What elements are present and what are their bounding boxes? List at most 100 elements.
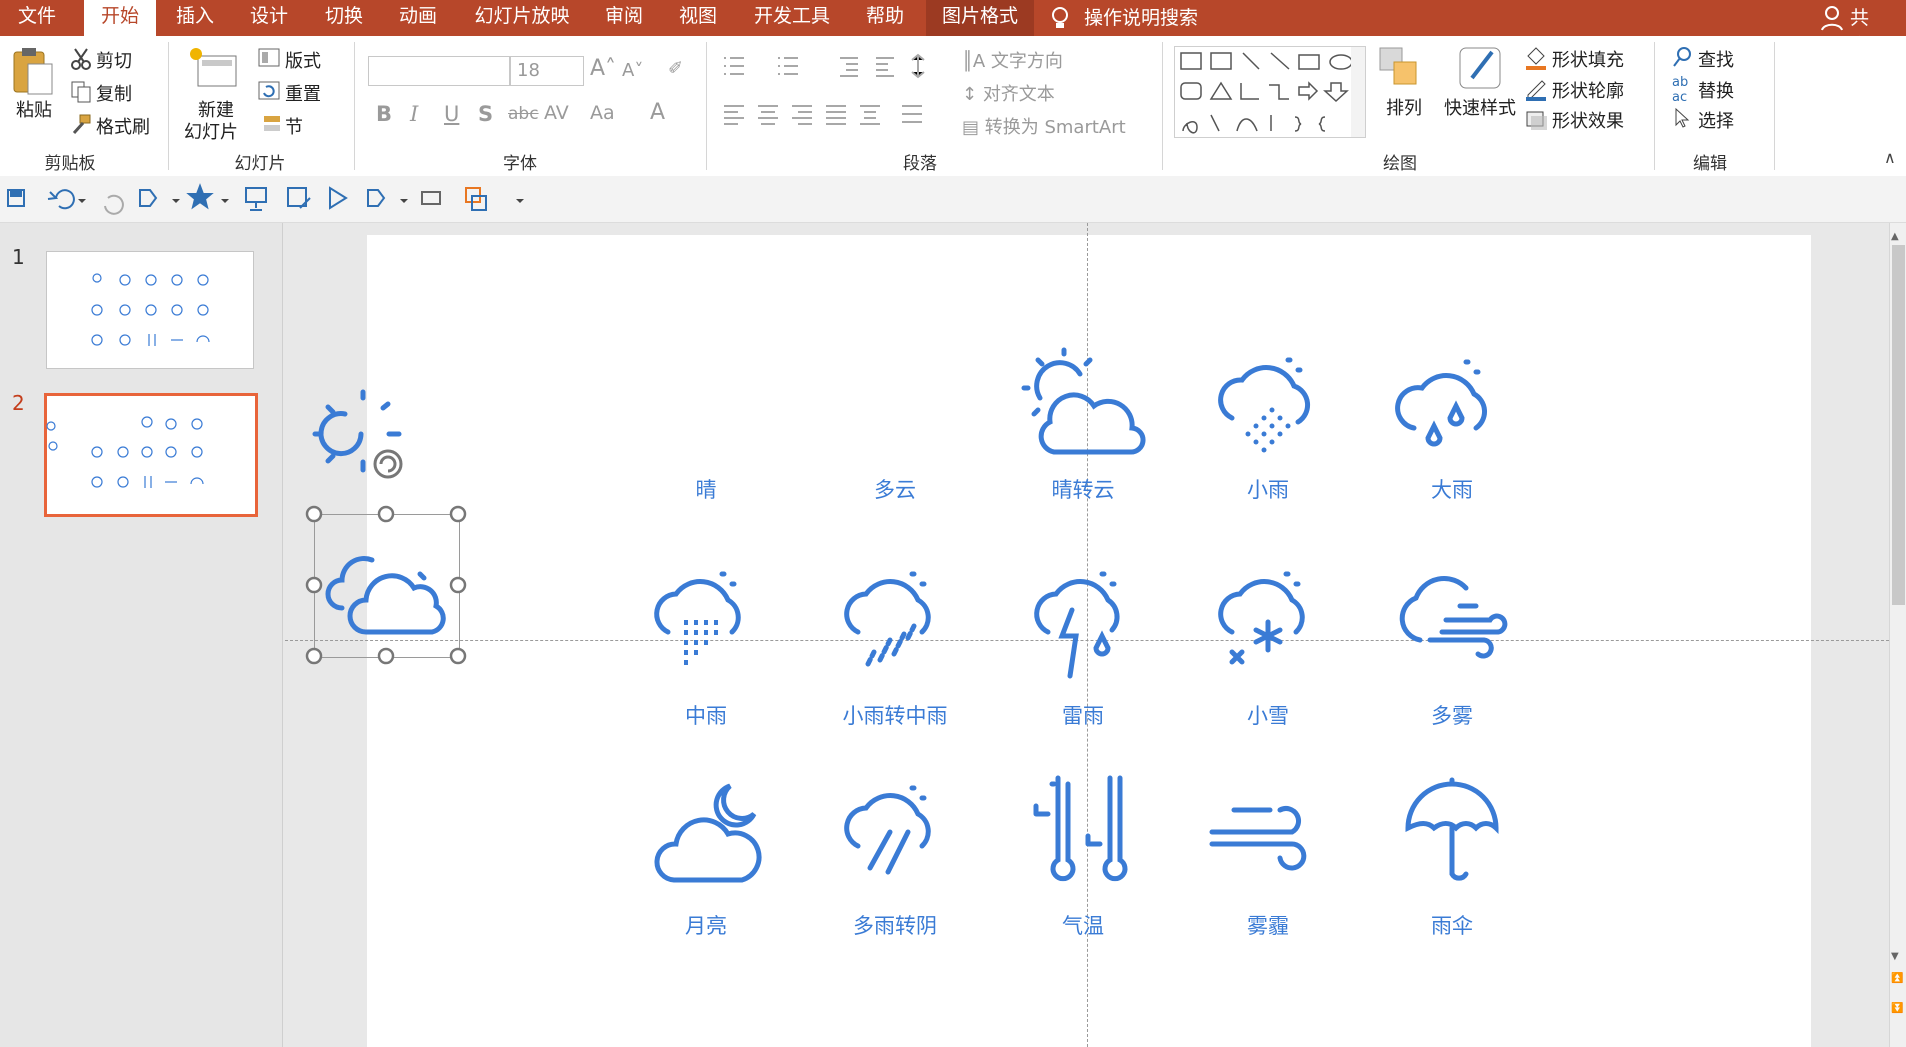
paintbrush-icon [72, 114, 91, 135]
align-text-button[interactable]: ↕ 对齐文本 [962, 80, 1055, 106]
share-button[interactable]: 共享 [1820, 4, 1869, 57]
paint-bucket-icon [1526, 47, 1546, 70]
find-button[interactable]: 查找 [1672, 46, 1734, 72]
slides-group-label: 幻灯片 [234, 154, 286, 174]
new-slide-button[interactable]: 新建 幻灯片 [184, 46, 254, 143]
list-buttons-icons[interactable] [720, 52, 940, 82]
section-label: 节 [285, 117, 303, 138]
tab-help[interactable]: 帮助 [853, 0, 917, 36]
rain-to-overcast-icon[interactable] [844, 782, 944, 892]
slide-thumbnail-1[interactable] [46, 251, 254, 369]
partly-cloudy-icon[interactable] [325, 540, 450, 640]
rotate-handle-icon[interactable] [371, 447, 405, 481]
heavy-rain-icon[interactable] [1395, 356, 1500, 466]
person-icon [1821, 6, 1843, 31]
tell-me-label: 操作说明搜索 [1084, 7, 1199, 29]
umbrella-icon[interactable] [1404, 777, 1500, 888]
slide-thumbnail-pane: 1 2 [0, 223, 283, 1047]
replace-icon: ab ac [1672, 75, 1689, 105]
light-to-moderate-rain-icon[interactable] [844, 568, 944, 678]
tab-slideshow[interactable]: 幻灯片放映 [462, 0, 582, 36]
group-divider [168, 42, 169, 170]
slide-thumbnail-2[interactable] [44, 393, 258, 517]
scroll-up-icon[interactable]: ▲ [1891, 231, 1899, 242]
group-divider [1774, 42, 1775, 170]
cut-label: 剪切 [96, 51, 132, 72]
previous-slide-icon[interactable]: ⏫ [1891, 973, 1903, 984]
reset-label: 重置 [285, 84, 321, 105]
shadow-button[interactable]: S [478, 102, 493, 126]
shapes-gallery[interactable] [1174, 46, 1366, 138]
tab-transitions[interactable]: 切换 [312, 0, 376, 36]
layout-button[interactable]: 版式 [258, 47, 321, 73]
font-name-combo[interactable] [368, 56, 510, 86]
copy-button[interactable]: 复制 [70, 80, 132, 106]
label-temperature: 气温 [1062, 914, 1104, 938]
scroll-down-icon[interactable]: ▼ [1891, 951, 1899, 962]
quick-styles-button[interactable]: 快速样式 [1440, 46, 1520, 136]
font-color-button[interactable]: A [650, 100, 665, 125]
qat-icons[interactable] [0, 176, 600, 222]
format-painter-button[interactable]: 格式刷 [70, 113, 150, 139]
scrollbar-thumb[interactable] [1892, 245, 1905, 605]
foggy-icon[interactable] [1390, 576, 1514, 666]
font-group-label: 字体 [503, 154, 537, 174]
clipboard-group-label: 剪贴板 [44, 154, 96, 174]
tab-design[interactable]: 设计 [237, 0, 301, 36]
light-snow-icon[interactable] [1218, 568, 1318, 678]
shape-effects-button[interactable]: 形状效果 [1524, 107, 1624, 133]
label-foggy: 多雾 [1431, 704, 1473, 728]
tab-view[interactable]: 视图 [666, 0, 730, 36]
label-umbrella: 雨伞 [1431, 914, 1473, 938]
search-icon [1673, 47, 1691, 67]
underline-button[interactable]: U [444, 102, 459, 126]
grow-font-button[interactable]: A˄ [590, 56, 616, 81]
tab-file[interactable]: 文件 [0, 0, 74, 36]
tab-home[interactable]: 开始 [84, 0, 156, 36]
align-buttons-icons[interactable] [720, 100, 940, 130]
arrange-button[interactable]: 排列 [1378, 46, 1438, 136]
change-case-button[interactable]: Aa [590, 102, 615, 124]
select-button[interactable]: 选择 [1672, 107, 1734, 133]
group-divider [706, 42, 707, 170]
tab-picture-format[interactable]: 图片格式 [926, 0, 1034, 36]
smartart-label: 转换为 SmartArt [984, 117, 1126, 138]
cut-button[interactable]: 剪切 [70, 47, 132, 73]
reset-button[interactable]: 重置 [258, 80, 321, 106]
label-sunny-to-cloudy: 晴转云 [1051, 478, 1115, 502]
collapse-ribbon-icon[interactable]: ∧ [1884, 148, 1896, 167]
vertical-scrollbar[interactable]: ▲ ▼ ⏫ ⏬ [1889, 223, 1906, 1047]
quick-styles-icon [1459, 47, 1501, 89]
tab-developer[interactable]: 开发工具 [740, 0, 844, 36]
clear-format-icon[interactable]: ✐ [668, 58, 683, 79]
strikethrough-button[interactable]: abc [508, 104, 539, 124]
text-direction-button[interactable]: ║A 文字方向 [962, 47, 1063, 73]
shape-outline-button[interactable]: 形状轮廓 [1524, 77, 1624, 103]
light-rain-icon[interactable] [1218, 356, 1318, 466]
moon-icon[interactable] [650, 782, 766, 886]
bold-button[interactable]: B [376, 102, 392, 126]
tab-animations[interactable]: 动画 [386, 0, 450, 36]
shape-fill-label: 形状填充 [1552, 50, 1624, 71]
char-spacing-button[interactable]: AV [544, 102, 569, 124]
paste-button[interactable]: 粘贴 [10, 46, 60, 126]
section-button[interactable]: 节 [258, 113, 303, 139]
align-text-label: 对齐文本 [982, 84, 1055, 105]
italic-button[interactable]: I [410, 102, 418, 126]
tell-me-search[interactable]: 操作说明搜索 [1050, 4, 1198, 32]
next-slide-icon[interactable]: ⏬ [1891, 1003, 1903, 1014]
tab-review[interactable]: 审阅 [592, 0, 656, 36]
sunny-to-cloudy-icon[interactable] [1021, 347, 1146, 458]
shape-fill-button[interactable]: 形状填充 [1524, 46, 1624, 72]
smog-icon[interactable] [1208, 796, 1328, 871]
scissors-icon [71, 48, 91, 70]
moderate-rain-icon[interactable] [654, 568, 754, 678]
font-size-combo[interactable]: 18 [510, 56, 584, 86]
temperature-icon[interactable] [1030, 774, 1140, 886]
smartart-button[interactable]: ▤ 转换为 SmartArt [962, 113, 1126, 139]
thunderstorm-icon[interactable] [1034, 566, 1136, 682]
font-size-value: 18 [517, 60, 540, 81]
shrink-font-button[interactable]: A˅ [622, 60, 643, 81]
group-divider [1654, 42, 1655, 170]
tab-insert[interactable]: 插入 [163, 0, 227, 36]
